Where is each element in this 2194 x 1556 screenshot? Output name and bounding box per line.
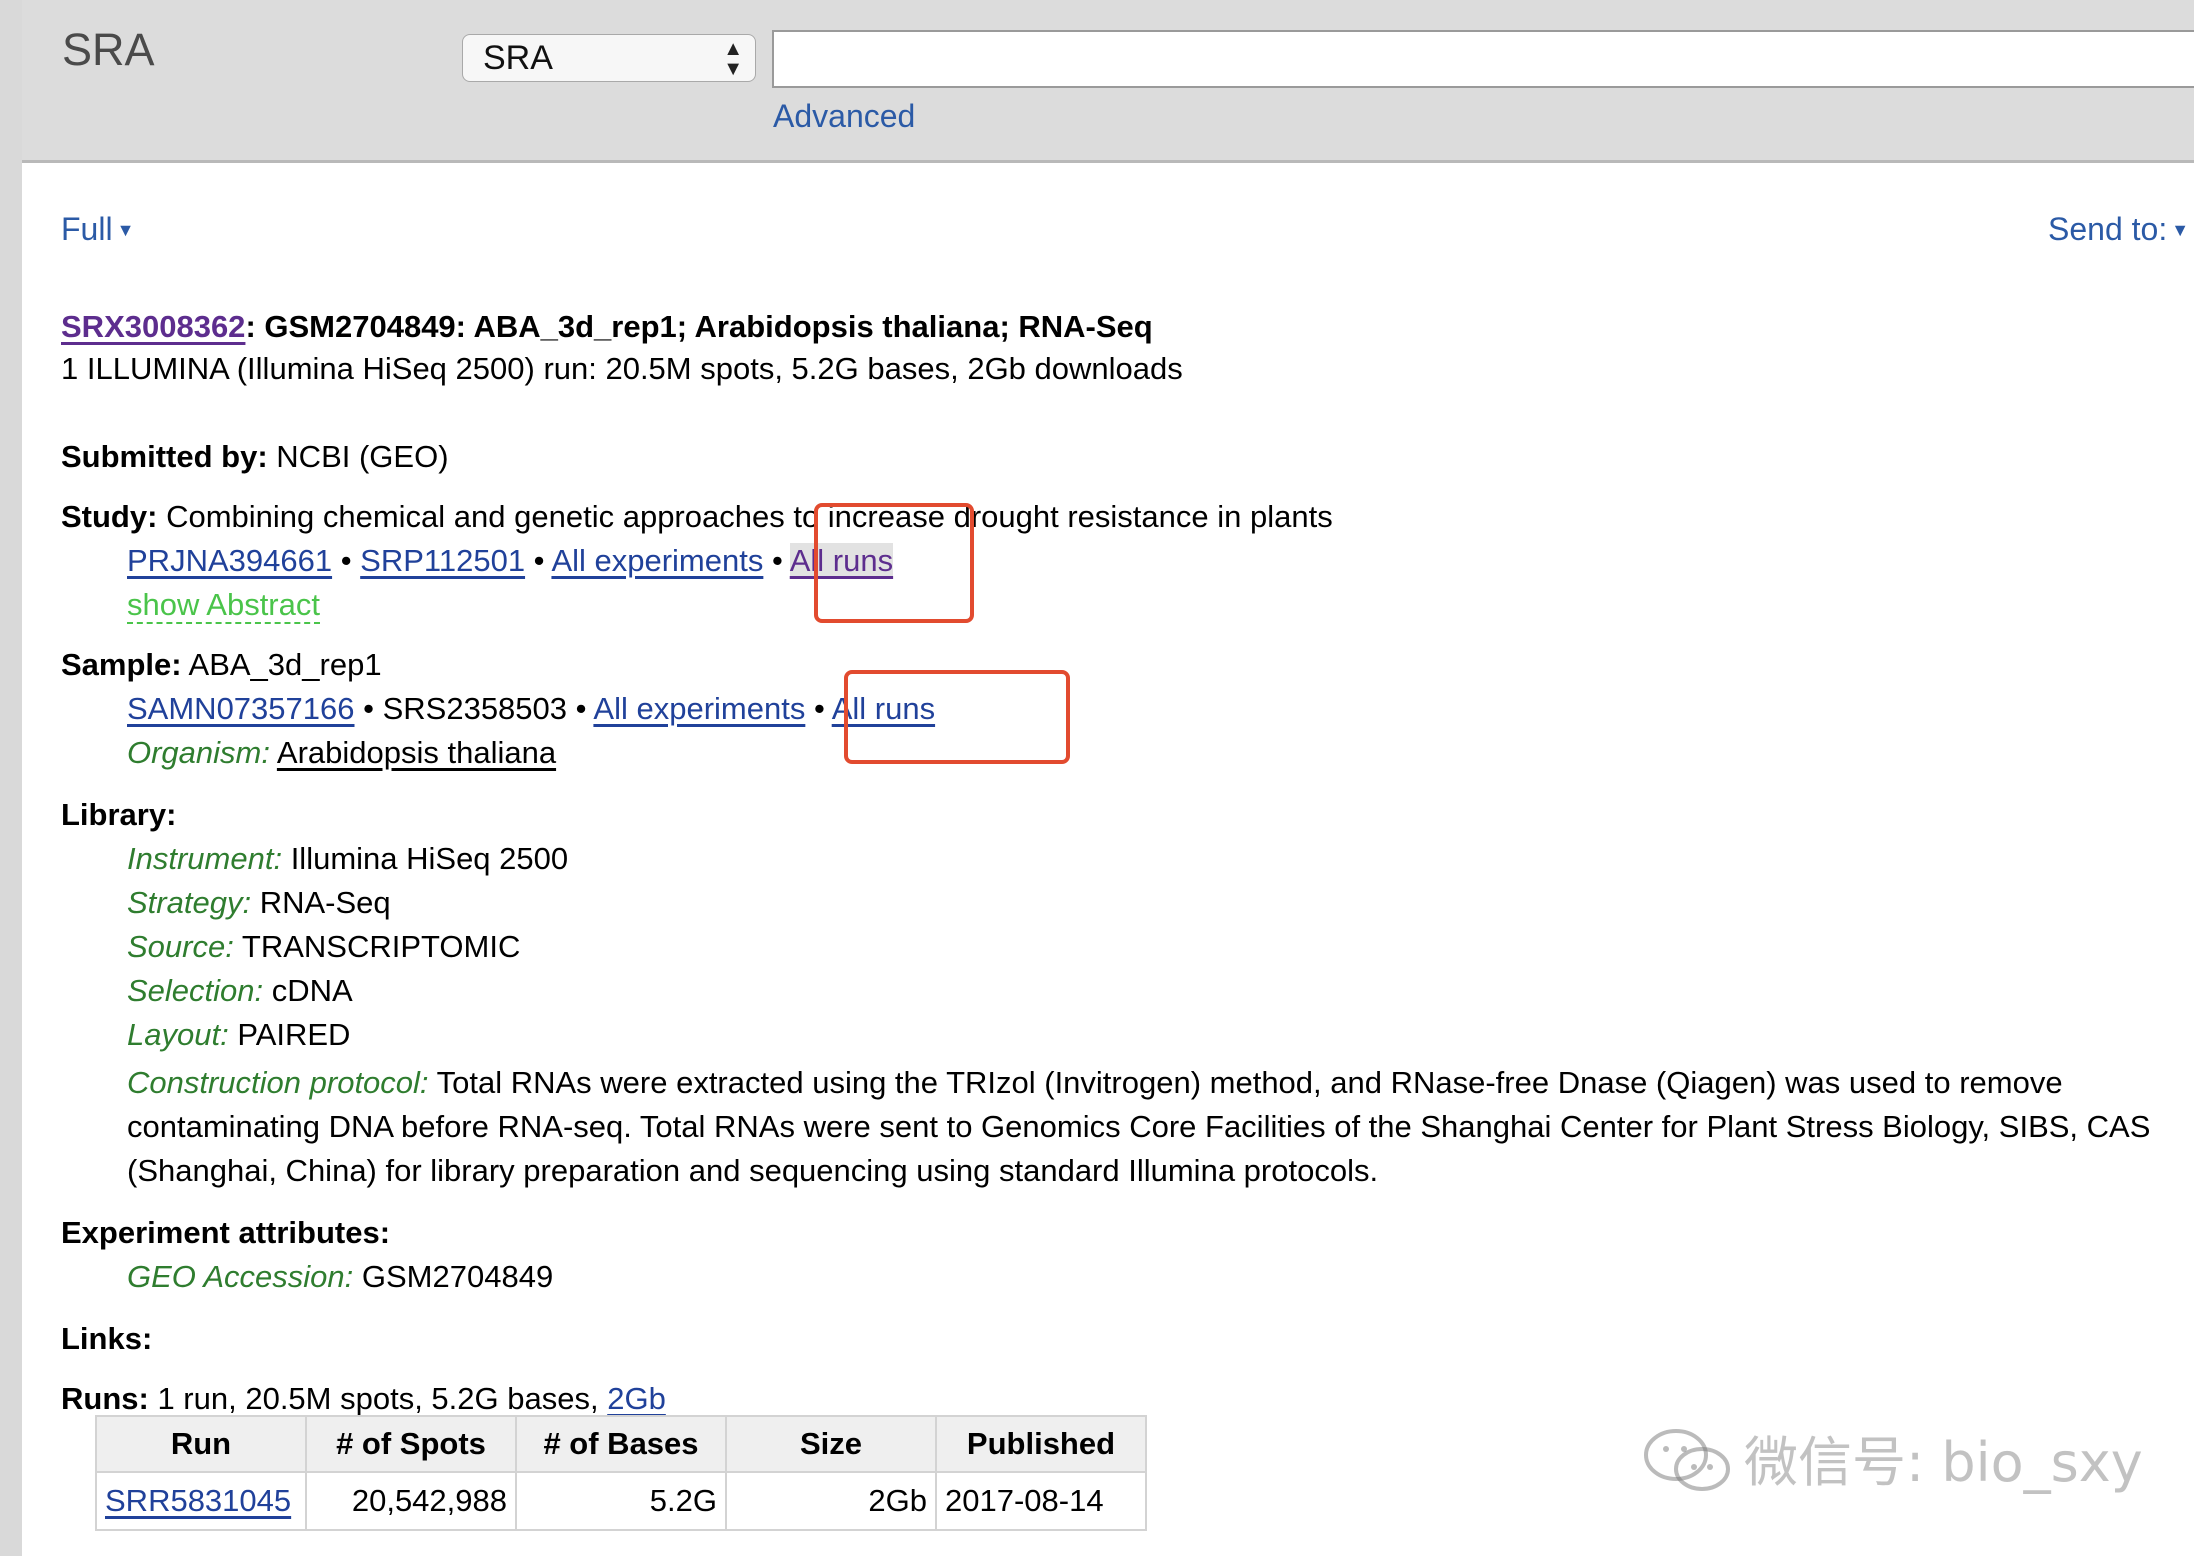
sample-links: SAMN07357166 • SRS2358503 • All experime… xyxy=(127,691,936,726)
geo-value: GSM2704849 xyxy=(361,1259,554,1294)
sample-all-experiments-link[interactable]: All experiments xyxy=(593,691,805,726)
record-summary: 1 ILLUMINA (Illumina HiSeq 2500) run: 20… xyxy=(61,351,1183,386)
show-abstract-label: show Abstract xyxy=(127,587,320,624)
strategy-label: Strategy: xyxy=(127,885,252,920)
search-header: SRA SRA ▲ ▼ Advanced xyxy=(22,0,2194,163)
record-title-text: : GSM2704849: ABA_3d_rep1; Arabidopsis t… xyxy=(245,309,1153,344)
annotation-box-sample-runs xyxy=(844,670,1070,764)
selection-value: cDNA xyxy=(271,973,353,1008)
wechat-icon xyxy=(1640,1425,1736,1508)
select-arrows-icon: ▲ ▼ xyxy=(723,38,743,80)
instrument-line: Instrument: Illumina HiSeq 2500 xyxy=(127,839,568,879)
database-select[interactable]: SRA ▲ ▼ xyxy=(462,34,756,82)
submitted-value: NCBI (GEO) xyxy=(276,439,449,474)
run-size: 2Gb xyxy=(725,1471,937,1531)
run-bases: 5.2G xyxy=(515,1471,727,1531)
advanced-search-link[interactable]: Advanced xyxy=(773,98,915,135)
protocol-text: Total RNAs were extracted using the TRIz… xyxy=(127,1065,2151,1188)
source-line: Source: TRANSCRIPTOMIC xyxy=(127,927,520,967)
source-value: TRANSCRIPTOMIC xyxy=(241,929,521,964)
geo-label: GEO Accession: xyxy=(127,1259,354,1294)
selection-line: Selection: cDNA xyxy=(127,971,353,1011)
study-line: Study: Combining chemical and genetic ap… xyxy=(61,497,1333,537)
runs-size-link[interactable]: 2Gb xyxy=(607,1381,666,1416)
study-accession-link[interactable]: SRP112501 xyxy=(360,543,525,578)
layout-value: PAIRED xyxy=(237,1017,351,1052)
chevron-down-icon: ▼ xyxy=(2171,220,2190,240)
study-all-experiments-link[interactable]: All experiments xyxy=(551,543,763,578)
runs-summary: 1 run, 20.5M spots, 5.2G bases, xyxy=(157,1381,599,1416)
display-format-menu[interactable]: Full ▼ xyxy=(61,211,134,248)
run-published: 2017-08-14 xyxy=(935,1471,1147,1531)
left-gutter xyxy=(0,0,22,1556)
display-format-label: Full xyxy=(61,211,113,247)
source-label: Source: xyxy=(127,929,234,964)
strategy-value: RNA-Seq xyxy=(259,885,391,920)
submitted-by: Submitted by: NCBI (GEO) xyxy=(61,437,449,477)
study-label: Study: xyxy=(61,499,158,534)
send-to-label: Send to: xyxy=(2048,211,2168,247)
runs-label: Runs: xyxy=(61,1381,149,1416)
study-value: Combining chemical and genetic approache… xyxy=(166,499,1333,534)
strategy-line: Strategy: RNA-Seq xyxy=(127,883,391,923)
library-heading: Library: xyxy=(61,797,177,832)
study-links: PRJNA394661 • SRP112501 • All experiment… xyxy=(127,543,894,578)
organism-label: Organism: xyxy=(127,735,270,770)
record-accession-link[interactable]: SRX3008362 xyxy=(61,309,245,344)
layout-line: Layout: PAIRED xyxy=(127,1015,350,1055)
database-select-value: SRA xyxy=(483,39,553,77)
column-header-spots: # of Spots xyxy=(305,1415,517,1473)
record-title: SRX3008362: GSM2704849: ABA_3d_rep1; Ara… xyxy=(61,307,1153,347)
column-header-bases: # of Bases xyxy=(515,1415,727,1473)
runs-table: Run # of Spots # of Bases Size Published… xyxy=(95,1415,1147,1531)
sample-label: Sample: xyxy=(61,647,182,682)
submitted-label: Submitted by: xyxy=(61,439,268,474)
chevron-down-icon: ▼ xyxy=(116,220,135,240)
run-spots: 20,542,988 xyxy=(305,1471,517,1531)
watermark-text: 微信号: bio_sxy xyxy=(1744,1431,2143,1494)
biosample-link[interactable]: SAMN07357166 xyxy=(127,691,355,726)
layout-label: Layout: xyxy=(127,1017,229,1052)
run-accession-link[interactable]: SRR5831045 xyxy=(105,1483,291,1518)
column-header-published: Published xyxy=(935,1415,1147,1473)
bioproject-link[interactable]: PRJNA394661 xyxy=(127,543,332,578)
instrument-label: Instrument: xyxy=(127,841,283,876)
organism-link[interactable]: Arabidopsis thaliana xyxy=(277,735,556,770)
table-row: SRR5831045 20,542,988 5.2G 2Gb 2017-08-1… xyxy=(95,1471,1147,1531)
selection-label: Selection: xyxy=(127,973,264,1008)
column-header-run: Run xyxy=(95,1415,307,1473)
wechat-watermark: 微信号: bio_sxy xyxy=(1640,1418,2143,1508)
send-to-menu[interactable]: Send to: ▼ xyxy=(2048,211,2189,248)
protocol-label: Construction protocol: xyxy=(127,1065,429,1100)
construction-protocol: Construction protocol: Total RNAs were e… xyxy=(127,1061,2157,1193)
sample-value: ABA_3d_rep1 xyxy=(188,647,382,682)
column-header-size: Size xyxy=(725,1415,937,1473)
record-content: Full ▼ Send to: ▼ SRX3008362: GSM2704849: … xyxy=(22,163,2194,1556)
show-abstract-toggle[interactable]: show Abstract xyxy=(127,585,320,625)
instrument-value: Illumina HiSeq 2500 xyxy=(290,841,569,876)
annotation-box-study-runs xyxy=(814,503,974,623)
search-input[interactable] xyxy=(772,30,2194,88)
database-title: SRA xyxy=(62,24,155,75)
sample-accession: SRS2358503 xyxy=(382,691,568,726)
sample-line: Sample: ABA_3d_rep1 xyxy=(61,645,382,685)
runs-table-header: Run # of Spots # of Bases Size Published xyxy=(95,1415,1147,1473)
links-heading: Links: xyxy=(61,1321,153,1356)
organism-line: Organism: Arabidopsis thaliana xyxy=(127,733,556,773)
attributes-heading: Experiment attributes: xyxy=(61,1215,391,1250)
runs-line: Runs: 1 run, 20.5M spots, 5.2G bases, 2G… xyxy=(61,1379,666,1419)
geo-accession-line: GEO Accession: GSM2704849 xyxy=(127,1257,553,1297)
